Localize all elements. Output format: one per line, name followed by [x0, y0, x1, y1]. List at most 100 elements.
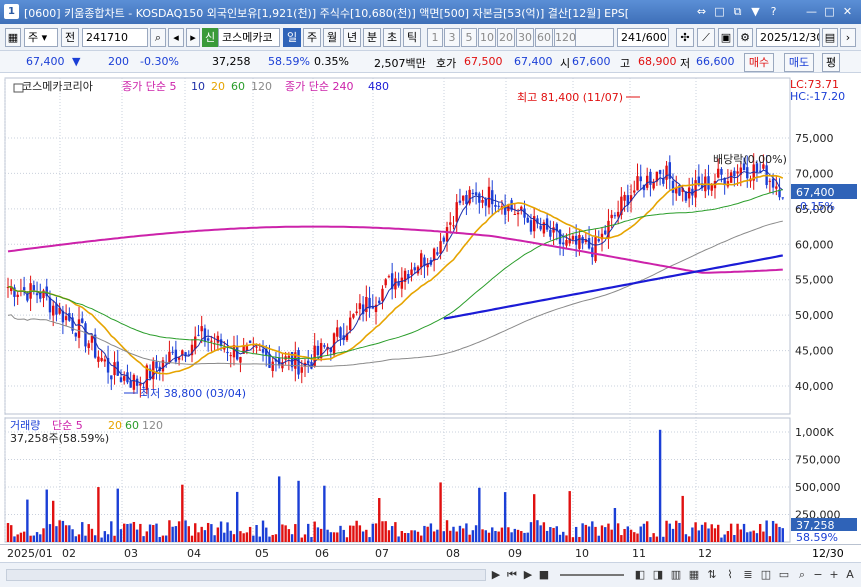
volume-tick-label: 500,000	[795, 481, 841, 494]
chart-area[interactable]: 75,000 70,000 65,000 60,000 55,000 50,000 45,0…	[0, 74, 861, 544]
legend-ma-period: 20	[211, 80, 225, 93]
volume-bar	[297, 480, 300, 542]
volume-bar	[652, 533, 655, 542]
stop-icon[interactable]: ■	[536, 567, 552, 583]
first-icon[interactable]: ⏮	[504, 567, 520, 583]
snapshot-icon[interactable]: ▭	[776, 567, 792, 583]
stock-code-input[interactable]: 241710	[82, 28, 148, 47]
minute-tab[interactable]: 1	[427, 28, 443, 47]
maximize-icon[interactable]: □	[822, 4, 837, 19]
period-tab[interactable]: 분	[363, 28, 381, 47]
pin-icon[interactable]: ▼	[748, 4, 763, 19]
lines-icon[interactable]: ≣	[740, 567, 756, 583]
candle-body	[497, 205, 500, 207]
scroll-right-icon[interactable]: ▶	[488, 567, 504, 583]
horizontal-scrollbar[interactable]	[6, 569, 486, 581]
play-icon[interactable]: ▶	[520, 567, 536, 583]
ask-price: 67,500	[464, 55, 503, 68]
volume-bar	[633, 532, 636, 542]
line-tool-icon[interactable]: ⟋	[697, 28, 715, 47]
volume-bar	[778, 526, 781, 542]
period-tab[interactable]: 년	[343, 28, 361, 47]
zoom-in-icon[interactable]: ◨	[650, 567, 666, 583]
minute-tab[interactable]: 20	[497, 28, 515, 47]
eval-button[interactable]: 평	[822, 53, 840, 72]
candle-body	[239, 356, 242, 363]
volume-bar	[681, 495, 684, 542]
period-tab[interactable]: 틱	[403, 28, 421, 47]
volume-bar	[513, 528, 517, 542]
minus-icon[interactable]: −	[810, 567, 826, 583]
compare-icon[interactable]: ⇅	[704, 567, 720, 583]
volume-panel-frame	[4, 417, 791, 543]
grid-menu-icon[interactable]: ▦	[5, 28, 21, 47]
period-tab[interactable]: 월	[323, 28, 341, 47]
candle-body	[516, 212, 520, 215]
volume-bar	[413, 530, 416, 542]
date-input[interactable]: 2025/12/30	[756, 28, 820, 47]
bars-icon[interactable]: ▦	[686, 567, 702, 583]
sound-icon[interactable]: ◂	[168, 28, 184, 47]
volume-ma-label: 단순 5	[52, 419, 83, 432]
candle-body	[633, 190, 636, 193]
volume-bar	[539, 525, 542, 542]
plus-icon[interactable]: +	[826, 567, 842, 583]
volume-bar	[200, 526, 203, 542]
x-tick-label: 11	[632, 547, 646, 560]
zoom-out-icon[interactable]: ◧	[632, 567, 648, 583]
volume-bar	[445, 520, 449, 542]
auto-icon[interactable]: A	[842, 567, 858, 583]
fit-icon[interactable]: ◫	[758, 567, 774, 583]
link-icon[interactable]: ⇔	[694, 4, 709, 19]
volume-bar	[439, 482, 442, 542]
volume-bar	[81, 522, 84, 542]
speed-slider[interactable]	[560, 574, 624, 576]
stock-chart[interactable]: 75,00070,00065,00060,00055,00050,00045,0…	[0, 74, 861, 544]
candle-body	[549, 229, 552, 237]
volume-bar	[694, 522, 697, 542]
sell-button[interactable]: 매도	[784, 53, 814, 72]
minute-tab[interactable]: 30	[516, 28, 534, 47]
help-icon[interactable]: ?	[766, 4, 781, 19]
close-icon[interactable]: ✕	[840, 4, 855, 19]
more-icon[interactable]: ›	[840, 28, 856, 47]
layout-icon[interactable]: ▥	[668, 567, 684, 583]
candle-body	[84, 323, 87, 347]
save-icon[interactable]: ▣	[718, 28, 734, 47]
minute-tab[interactable]: 120	[554, 28, 576, 47]
volume-bar	[736, 523, 739, 542]
candle-body	[48, 297, 52, 313]
minute-tab[interactable]: 10	[478, 28, 496, 47]
count-input[interactable]: 241/600	[617, 28, 669, 47]
crosshair-icon[interactable]: ✣	[676, 28, 694, 47]
down-arrow-icon: ▼	[72, 55, 81, 68]
minute-tab[interactable]: 5	[461, 28, 477, 47]
frame-icon[interactable]: □	[712, 4, 727, 19]
candle-body	[77, 319, 81, 338]
volume-bar	[316, 527, 320, 542]
search-icon[interactable]: ⌕	[794, 567, 810, 583]
period-tab[interactable]: 주	[303, 28, 321, 47]
gear-icon[interactable]: ⚙	[737, 28, 753, 47]
calendar-icon[interactable]: ▤	[822, 28, 838, 47]
indicator-icon[interactable]: ⌇	[722, 567, 738, 583]
search-icon[interactable]: ⌕	[150, 28, 166, 47]
arrow-icon[interactable]: ▸	[186, 28, 200, 47]
minute-tab[interactable]: 3	[444, 28, 460, 47]
volume-bar	[97, 487, 100, 542]
tile-icon[interactable]: ⧉	[730, 4, 745, 19]
volume-bar	[87, 524, 90, 542]
volume-bar	[100, 537, 103, 542]
candle-body	[258, 349, 262, 351]
buy-button[interactable]: 매수	[744, 53, 774, 72]
volume-current: 37,258주(58.59%)	[10, 432, 109, 445]
volume-bar	[536, 520, 539, 542]
period-tab[interactable]: 일	[283, 28, 301, 47]
minute-tab[interactable]: 60	[535, 28, 553, 47]
minimize-icon[interactable]: —	[804, 4, 819, 19]
prev-button[interactable]: 전	[61, 28, 79, 47]
volume-bar	[532, 494, 536, 542]
volume-bar	[510, 532, 513, 542]
period-select[interactable]: 주 ▾	[24, 28, 58, 47]
period-tab[interactable]: 초	[383, 28, 401, 47]
